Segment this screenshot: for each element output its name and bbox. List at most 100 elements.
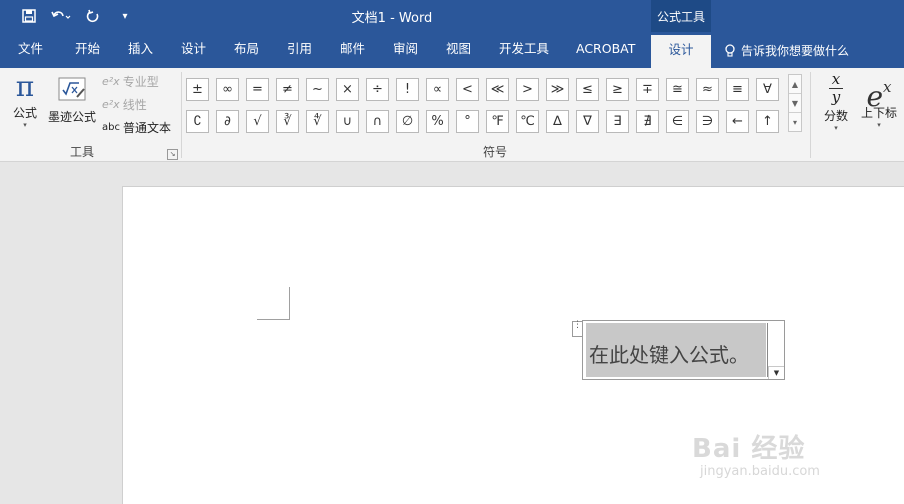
tab-layout[interactable]: 布局 bbox=[234, 32, 259, 68]
symbol-button[interactable]: ∁ bbox=[186, 110, 209, 133]
tab-mailings[interactable]: 邮件 bbox=[340, 32, 365, 68]
symbol-button[interactable]: > bbox=[516, 78, 539, 101]
title-bar: ▾ 文档1 - Word 公式工具 bbox=[0, 0, 904, 32]
group-separator bbox=[181, 72, 182, 158]
symbol-button[interactable]: ∂ bbox=[216, 110, 239, 133]
symbol-gallery: ± ∞ = ≠ ~ × ÷! ∝ < ≪ > ≫ ≤ ≥ ∓ ≅ ≈ ≡ ∀ ∁ ∂ √ ∛ ∜ ∪ ∩ ∅% ° ℉ ℃ ∆ ∇ ∃ ∄ ∈ ∋ ← ↑ bbox=[186, 78, 779, 133]
word-window: ▾ 文档1 - Word 公式工具 文件 开始 插入 设计 布局 引用 邮件 审… bbox=[0, 0, 904, 504]
chevron-down-icon: ▾ bbox=[834, 124, 838, 132]
symbol-button[interactable]: ∈ bbox=[666, 110, 689, 133]
tab-view[interactable]: 视图 bbox=[446, 32, 471, 68]
symbol-button[interactable]: ∇ bbox=[576, 110, 599, 133]
equation-label: 公式 bbox=[12, 106, 37, 120]
superscript-icon: ex bbox=[866, 78, 892, 113]
symbol-button[interactable]: ± bbox=[186, 78, 209, 101]
margin-corner-mark bbox=[257, 287, 290, 320]
script-button[interactable]: ex 上下标 ▾ bbox=[858, 70, 900, 129]
symbol-button[interactable]: ∀ bbox=[756, 78, 779, 101]
tell-me-text: 告诉我你想要做什么 bbox=[741, 44, 850, 58]
baidu-watermark-url: jingyan.baidu.com bbox=[700, 464, 820, 479]
symbol-button[interactable]: < bbox=[456, 78, 479, 101]
baidu-watermark: Bai 经验 bbox=[692, 434, 806, 464]
tell-me-box[interactable]: 告诉我你想要做什么 bbox=[724, 42, 849, 59]
linear-button[interactable]: e²x 线性 bbox=[102, 96, 147, 113]
symbol-button[interactable]: % bbox=[426, 110, 449, 133]
abc-icon: abc bbox=[102, 122, 120, 133]
symbol-button[interactable]: = bbox=[246, 78, 269, 101]
dialog-launcher-icon[interactable]: ↘ bbox=[167, 149, 178, 160]
context-tab-group-label: 公式工具 bbox=[651, 0, 711, 32]
ink-equation-label: 墨迹公式 bbox=[47, 110, 96, 124]
tab-home[interactable]: 开始 bbox=[75, 32, 100, 68]
pi-icon: π bbox=[15, 70, 35, 103]
symbol-button[interactable]: ∅ bbox=[396, 110, 419, 133]
ink-equation-button[interactable]: 墨迹公式 bbox=[46, 70, 98, 125]
symbol-gallery-scroller: ▲ ▼ ▾ bbox=[788, 74, 802, 132]
drag-handle-icon[interactable]: ⋮ bbox=[572, 321, 583, 337]
tab-acrobat[interactable]: ACROBAT bbox=[576, 32, 635, 68]
symbol-button[interactable]: ∞ bbox=[216, 78, 239, 101]
tools-group-label: 工具 bbox=[70, 145, 95, 159]
lightbulb-icon bbox=[725, 43, 735, 57]
ink-equation-icon bbox=[58, 77, 86, 101]
symbol-button[interactable]: ≪ bbox=[486, 78, 509, 101]
tab-design[interactable]: 设计 bbox=[181, 32, 206, 68]
fraction-label: 分数 bbox=[823, 109, 848, 123]
symbol-button[interactable]: ∛ bbox=[276, 110, 299, 133]
fraction-button[interactable]: x y 分数 ▾ bbox=[818, 70, 854, 133]
symbol-button[interactable]: ∜ bbox=[306, 110, 329, 133]
tab-file[interactable]: 文件 bbox=[18, 32, 43, 68]
symbol-button[interactable]: ∄ bbox=[636, 110, 659, 133]
tab-references[interactable]: 引用 bbox=[287, 32, 312, 68]
symbol-button[interactable]: ↑ bbox=[756, 110, 779, 133]
normal-text-label: 普通文本 bbox=[122, 121, 171, 135]
symbols-group-label: 符号 bbox=[483, 145, 508, 159]
equation-options-button[interactable]: ▼ bbox=[768, 366, 784, 379]
linear-icon: e²x bbox=[102, 98, 120, 111]
symbol-button[interactable]: ℃ bbox=[516, 110, 539, 133]
symbol-button[interactable]: ≥ bbox=[606, 78, 629, 101]
fraction-icon: x y bbox=[818, 72, 854, 105]
tab-insert[interactable]: 插入 bbox=[128, 32, 153, 68]
chevron-down-icon: ▾ bbox=[23, 121, 27, 129]
equation-placeholder[interactable]: 在此处键入公式。 bbox=[586, 323, 766, 377]
symbol-button[interactable]: ∝ bbox=[426, 78, 449, 101]
symbol-button[interactable]: ∓ bbox=[636, 78, 659, 101]
ribbon-body: π 公式 ▾ 墨迹公式 e²x 专业型 e²x 线性 abc 普通文本 工具 ±… bbox=[0, 68, 904, 162]
symbol-button[interactable]: ≠ bbox=[276, 78, 299, 101]
symbol-button[interactable]: ≫ bbox=[546, 78, 569, 101]
symbol-button[interactable]: ≤ bbox=[576, 78, 599, 101]
scroll-up-button[interactable]: ▲ bbox=[789, 75, 801, 94]
equation-button[interactable]: π 公式 ▾ bbox=[8, 70, 42, 129]
symbol-button[interactable]: ∆ bbox=[546, 110, 569, 133]
professional-icon: e²x bbox=[102, 75, 120, 88]
script-label: 上下标 bbox=[860, 106, 897, 120]
symbol-button[interactable]: ∃ bbox=[606, 110, 629, 133]
symbol-button[interactable]: ≅ bbox=[666, 78, 689, 101]
tab-review[interactable]: 审阅 bbox=[393, 32, 418, 68]
more-symbols-button[interactable]: ▾ bbox=[789, 113, 801, 132]
tab-equation-design[interactable]: 设计 bbox=[651, 35, 711, 68]
symbol-button[interactable]: ~ bbox=[306, 78, 329, 101]
professional-label: 专业型 bbox=[122, 75, 159, 89]
normal-text-button[interactable]: abc 普通文本 bbox=[102, 119, 171, 136]
linear-label: 线性 bbox=[122, 98, 147, 112]
symbol-button[interactable]: ÷ bbox=[366, 78, 389, 101]
symbol-button[interactable]: × bbox=[336, 78, 359, 101]
chevron-down-icon: ▾ bbox=[877, 121, 881, 129]
tab-developer[interactable]: 开发工具 bbox=[499, 32, 549, 68]
professional-button[interactable]: e²x 专业型 bbox=[102, 73, 159, 90]
symbol-button[interactable]: ! bbox=[396, 78, 419, 101]
equation-box[interactable]: ⋮ 在此处键入公式。 ▼ bbox=[572, 320, 785, 380]
symbol-button[interactable]: ← bbox=[726, 110, 749, 133]
symbol-button[interactable]: ≈ bbox=[696, 78, 719, 101]
symbol-button[interactable]: ∋ bbox=[696, 110, 719, 133]
symbol-button[interactable]: ≡ bbox=[726, 78, 749, 101]
symbol-button[interactable]: ∩ bbox=[366, 110, 389, 133]
symbol-button[interactable]: ℉ bbox=[486, 110, 509, 133]
scroll-down-button[interactable]: ▼ bbox=[789, 94, 801, 113]
symbol-button[interactable]: √ bbox=[246, 110, 269, 133]
group-separator bbox=[810, 72, 811, 158]
symbol-button[interactable]: ° bbox=[456, 110, 479, 133]
symbol-button[interactable]: ∪ bbox=[336, 110, 359, 133]
